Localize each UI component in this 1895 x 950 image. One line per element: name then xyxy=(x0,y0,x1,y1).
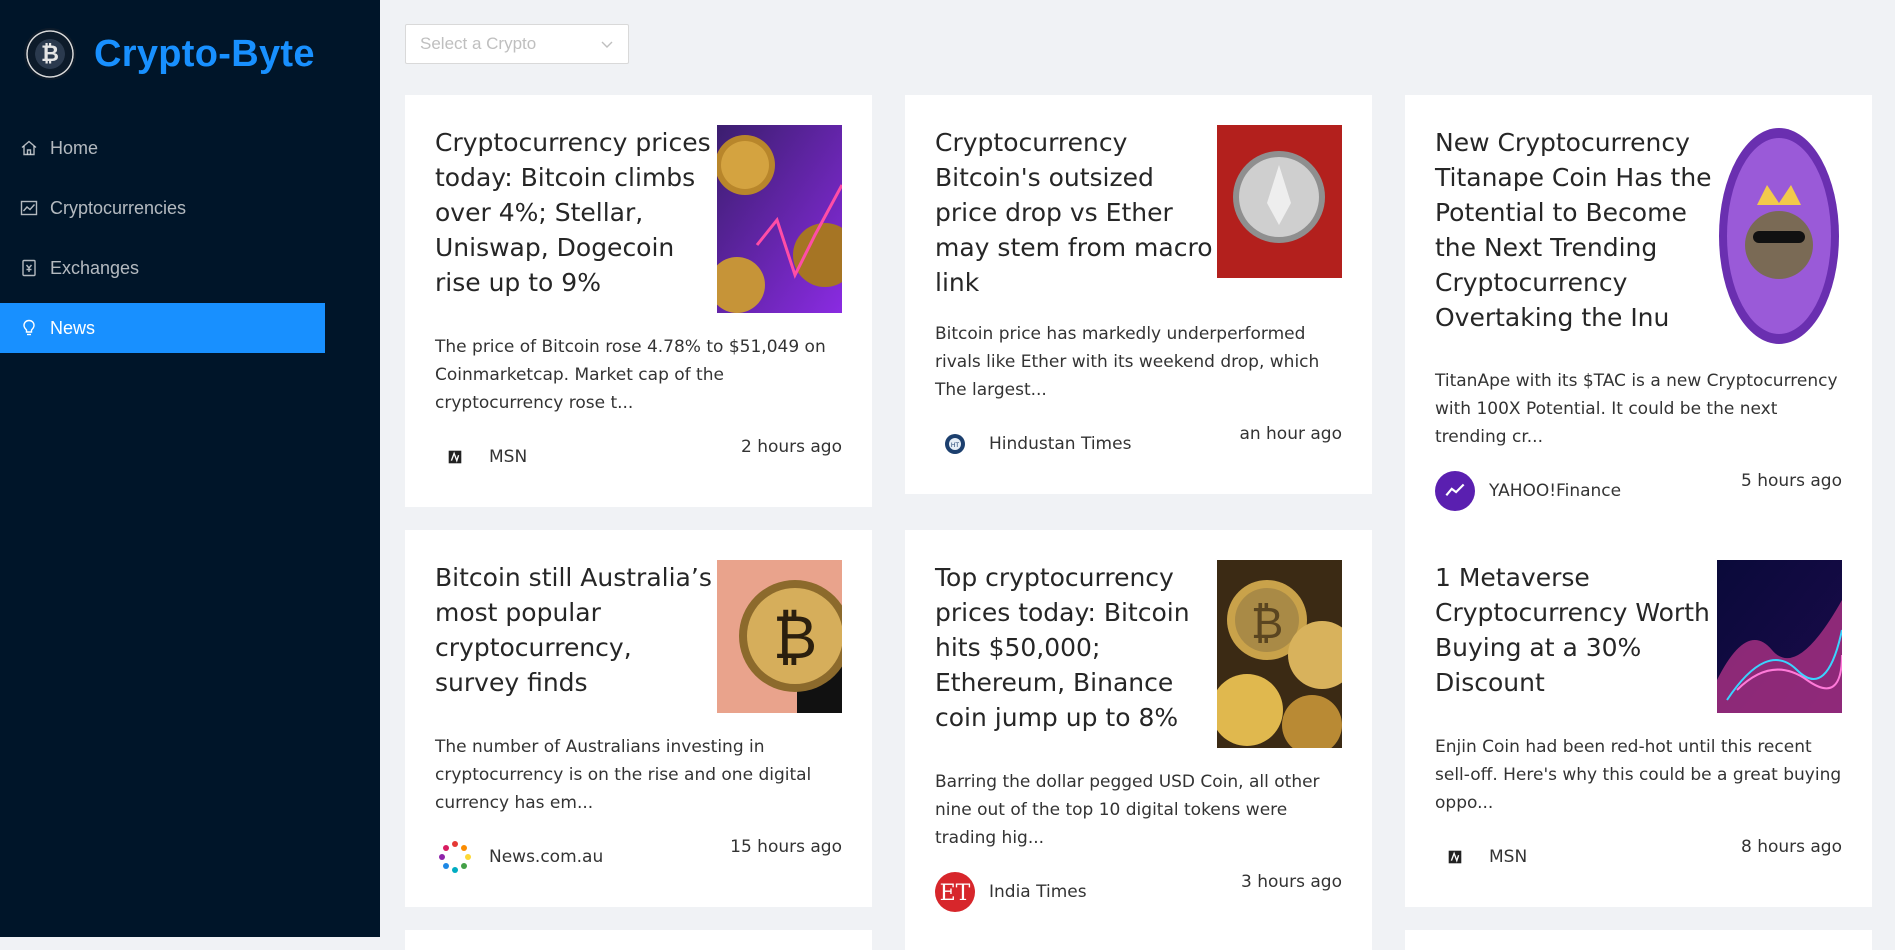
news-thumbnail xyxy=(1217,125,1342,278)
yahoo-finance-logo-icon xyxy=(1435,471,1475,511)
news-thumbnail xyxy=(717,125,842,313)
line-chart-icon xyxy=(20,200,38,216)
hindustan-times-logo-icon: HT xyxy=(935,424,975,464)
news-provider[interactable]: ET India Times xyxy=(935,872,1087,912)
sidebar-item-cryptocurrencies[interactable]: Cryptocurrencies xyxy=(0,183,325,233)
sidebar: ₿ Crypto-Byte Home Cryptocurrencies Exch… xyxy=(0,0,380,937)
news-description: TitanApe with its $TAC is a new Cryptocu… xyxy=(1435,371,1838,447)
msn-logo-icon xyxy=(435,437,475,477)
news-provider[interactable]: HT Hindustan Times xyxy=(935,424,1131,464)
news-time: 3 hours ago xyxy=(1240,872,1342,892)
provider-name: News.com.au xyxy=(489,847,604,867)
news-provider[interactable]: MSN xyxy=(435,437,527,477)
crypto-select[interactable]: Select a Crypto xyxy=(405,24,629,64)
sidebar-item-exchanges[interactable]: Exchanges xyxy=(0,243,325,293)
provider-name: MSN xyxy=(489,447,528,467)
sidebar-item-label: Cryptocurrencies xyxy=(50,197,187,218)
news-title[interactable]: Cryptocurrency Bitcoin's outsized price … xyxy=(935,125,1217,300)
news-card[interactable]: Cryptocurrency prices today: Bitcoin cli… xyxy=(405,95,872,507)
bulb-icon xyxy=(23,319,35,336)
news-provider[interactable]: MSN xyxy=(1435,837,1527,877)
news-description: Bitcoin price has markedly underperforme… xyxy=(935,324,1320,400)
news-title[interactable]: Cryptocurrency prices today: Bitcoin cli… xyxy=(435,125,717,313)
news-card-partial xyxy=(405,930,872,950)
provider-name: MSN xyxy=(1489,847,1528,867)
provider-name: India Times xyxy=(989,882,1087,902)
news-provider[interactable]: News.com.au xyxy=(435,837,603,877)
brand-title[interactable]: Crypto-Byte xyxy=(94,33,315,76)
news-card-partial xyxy=(905,930,1372,950)
news-thumbnail xyxy=(1717,125,1842,347)
news-card[interactable]: Top cryptocurrency prices today: Bitcoin… xyxy=(905,530,1372,942)
news-title[interactable]: 1 Metaverse Cryptocurrency Worth Buying … xyxy=(1435,560,1717,713)
news-description: The price of Bitcoin rose 4.78% to $51,0… xyxy=(435,337,826,413)
svg-text:HT: HT xyxy=(951,442,960,449)
news-thumbnail: ₿ xyxy=(717,560,842,713)
provider-name: Hindustan Times xyxy=(989,434,1132,454)
news-time: 5 hours ago xyxy=(1740,471,1842,491)
provider-name: YAHOO!Finance xyxy=(1489,481,1622,501)
news-description: Enjin Coin had been red-hot until this r… xyxy=(1435,737,1842,813)
news-time: 15 hours ago xyxy=(730,837,842,857)
news-thumbnail xyxy=(1717,560,1842,713)
news-card[interactable]: New Cryptocurrency Titanape Coin Has the… xyxy=(1405,95,1872,541)
news-time: an hour ago xyxy=(1239,424,1342,444)
economic-times-logo-icon: ET xyxy=(935,872,975,912)
news-thumbnail: ₿ xyxy=(1217,560,1342,748)
chevron-down-icon xyxy=(601,41,613,48)
bitcoin-coin-icon: ₿ xyxy=(24,28,76,80)
sidebar-item-label: News xyxy=(50,317,96,338)
svg-text:ET: ET xyxy=(940,881,971,906)
news-title[interactable]: Top cryptocurrency prices today: Bitcoin… xyxy=(935,560,1217,748)
sidebar-item-label: Exchanges xyxy=(50,257,140,278)
news-com-au-logo-icon xyxy=(435,837,475,877)
select-placeholder: Select a Crypto xyxy=(420,34,537,53)
sidebar-menu: Home Cryptocurrencies Exchanges News xyxy=(0,123,325,363)
brand[interactable]: ₿ Crypto-Byte xyxy=(24,28,315,80)
sidebar-item-label: Home xyxy=(50,137,99,158)
news-provider[interactable]: YAHOO!Finance xyxy=(1435,471,1621,511)
news-card[interactable]: Cryptocurrency Bitcoin's outsized price … xyxy=(905,95,1372,494)
sidebar-item-home[interactable]: Home xyxy=(0,123,325,173)
news-time: 8 hours ago xyxy=(1740,837,1842,857)
news-time: 2 hours ago xyxy=(740,437,842,457)
svg-text:₿: ₿ xyxy=(773,603,817,673)
news-card[interactable]: 1 Metaverse Cryptocurrency Worth Buying … xyxy=(1405,530,1872,907)
news-card[interactable]: Bitcoin still Australia’s most popular c… xyxy=(405,530,872,907)
home-icon xyxy=(21,140,37,156)
svg-text:₿: ₿ xyxy=(1251,598,1284,649)
news-title[interactable]: Bitcoin still Australia’s most popular c… xyxy=(435,560,717,713)
news-title[interactable]: New Cryptocurrency Titanape Coin Has the… xyxy=(1435,125,1717,347)
sidebar-item-news[interactable]: News xyxy=(0,303,325,353)
msn-logo-icon xyxy=(1435,837,1475,877)
money-collect-icon xyxy=(22,259,36,277)
news-description: The number of Australians investing in c… xyxy=(435,737,812,813)
news-description: Barring the dollar pegged USD Coin, all … xyxy=(935,772,1320,848)
news-card-partial xyxy=(1405,930,1872,950)
